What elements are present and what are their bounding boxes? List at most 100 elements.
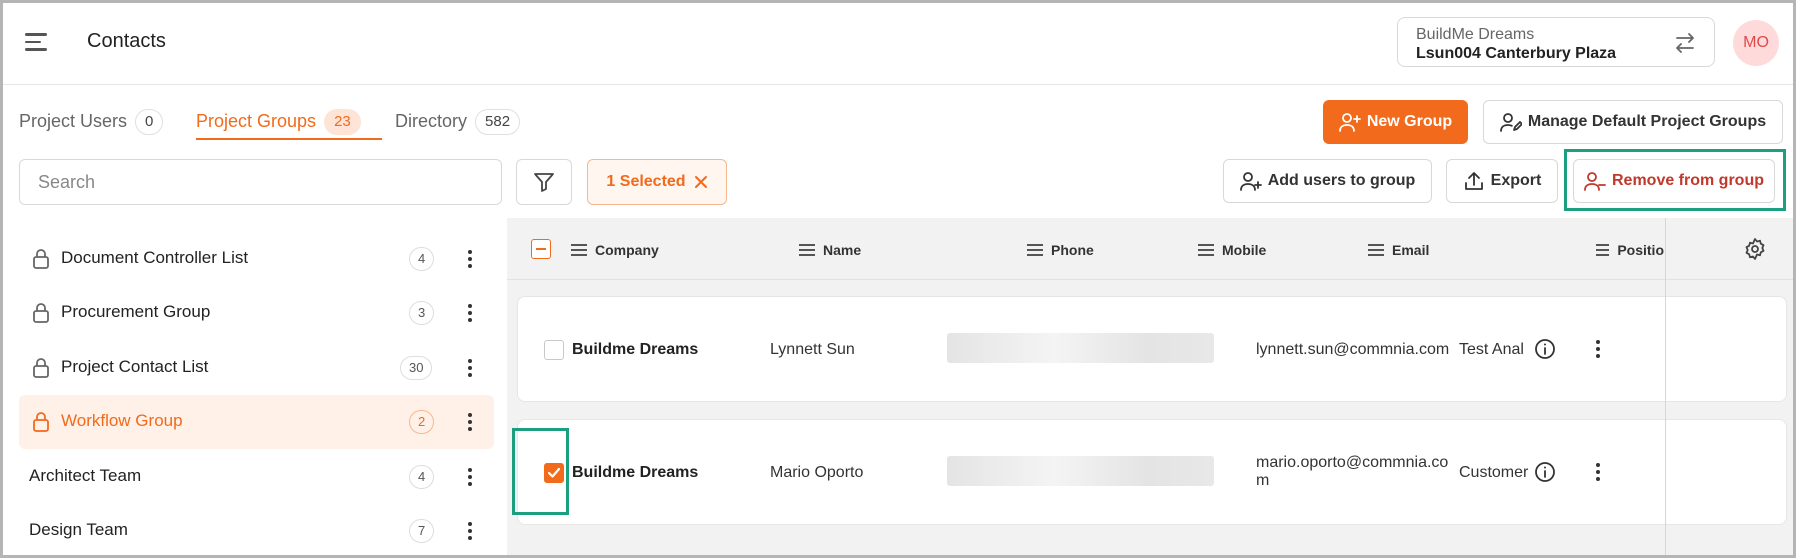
group-label: Procurement Group [61,302,211,321]
cell-name: Mario Oporto [770,464,864,481]
add-users-to-group-button[interactable]: Add users to group [1223,159,1432,203]
cell-company: Buildme Dreams [572,341,699,358]
more-options-icon[interactable] [463,301,477,325]
swap-arrows-icon[interactable] [1672,30,1698,56]
more-options-icon[interactable] [1591,338,1605,360]
lock-icon [33,249,49,269]
more-options-icon[interactable] [463,519,477,543]
remove-user-icon [1584,172,1606,191]
switcher-project: Lsun004 Canterbury Plaza [1416,45,1617,62]
checkmark-icon [547,467,561,478]
column-header-name[interactable]: Name [799,242,861,258]
email-line: m [1256,472,1270,489]
tab-label: Project Users [19,111,128,131]
tab-project-users[interactable]: Project Users 0 [19,109,164,135]
filter-icon [534,173,554,192]
column-label: Phone [1051,242,1094,258]
active-tab-indicator [196,138,382,140]
avatar[interactable]: MO [1733,20,1779,66]
column-menu-icon [1027,244,1043,256]
add-user-icon [1239,172,1262,191]
upload-icon [1464,172,1483,190]
group-count-badge: 4 [409,247,435,271]
group-label: Architect Team [29,466,142,485]
page-title: Contacts [87,30,166,52]
group-item-design-team[interactable]: Design Team 7 [19,504,494,555]
tab-count-badge: 582 [475,109,521,135]
row-checkbox[interactable] [544,340,564,360]
column-header-company[interactable]: Company [571,242,659,258]
table-row[interactable]: Buildme Dreams Lynnett Sun lynnett.sun@c… [517,296,1787,402]
more-options-icon[interactable] [463,247,477,271]
selected-count-chip[interactable]: 1 Selected [587,159,727,205]
more-options-icon[interactable] [1591,461,1605,483]
add-users-label: Add users to group [1267,172,1416,189]
group-count-badge: 4 [409,465,435,489]
column-header-mobile[interactable]: Mobile [1198,242,1266,258]
group-item-project-contact-list[interactable]: Project Contact List 30 [19,341,494,395]
table-header: Company Name Phone Mobile Email Positio [507,218,1793,280]
close-icon[interactable] [694,175,708,189]
select-all-checkbox[interactable] [531,239,551,259]
manage-default-groups-button[interactable]: Manage Default Project Groups [1483,100,1783,144]
group-item-document-controller-list[interactable]: Document Controller List 4 [19,232,494,286]
app-window: Contacts BuildMe Dreams Lsun004 Canterbu… [0,0,1796,558]
column-label: Email [1392,242,1430,258]
export-label: Export [1490,172,1542,189]
column-menu-icon [1596,244,1610,256]
gear-icon[interactable] [1743,237,1767,261]
remove-from-group-button[interactable]: Remove from group [1573,159,1775,203]
column-label: Name [823,242,862,258]
info-icon[interactable] [1534,338,1556,360]
export-button[interactable]: Export [1446,159,1558,203]
cell-email: mario.oporto@commnia.co m [1256,454,1456,490]
group-label: Project Contact List [61,357,209,376]
remove-from-group-label: Remove from group [1611,172,1764,189]
column-menu-icon [799,244,815,256]
column-menu-icon [571,244,587,256]
tab-project-groups[interactable]: Project Groups 23 [196,109,361,135]
menu-icon[interactable] [25,33,49,53]
selected-count-label: 1 Selected [606,173,686,190]
column-label: Company [595,242,659,258]
cell-position: Test Anal [1459,341,1524,358]
phone-placeholder [947,333,1214,363]
table-row[interactable]: Buildme Dreams Mario Oporto mario.oporto… [517,419,1787,525]
group-count-badge: 30 [400,356,433,380]
group-item-procurement-group[interactable]: Procurement Group 3 [19,286,494,340]
search-input[interactable] [19,159,502,205]
project-switcher[interactable]: BuildMe Dreams Lsun004 Canterbury Plaza [1397,17,1715,67]
new-group-label: New Group [1366,113,1453,130]
new-group-button[interactable]: New Group [1323,100,1468,144]
more-options-icon[interactable] [463,356,477,380]
group-count-badge: 2 [409,410,435,434]
group-item-architect-team[interactable]: Architect Team 4 [19,450,494,504]
more-options-icon[interactable] [463,465,477,489]
phone-placeholder [947,456,1214,486]
column-label: Mobile [1222,242,1267,258]
info-icon[interactable] [1534,461,1556,483]
tab-count-badge: 0 [135,109,164,135]
cell-name: Lynnett Sun [770,341,855,358]
group-count-badge: 7 [409,519,435,543]
tab-directory[interactable]: Directory 582 [395,109,521,135]
filter-button[interactable] [516,159,572,205]
column-header-phone[interactable]: Phone [1027,242,1094,258]
lock-icon [33,412,49,432]
cell-email: lynnett.sun@commnia.com [1256,341,1450,358]
cell-company: Buildme Dreams [572,464,699,481]
tab-label: Project Groups [196,111,317,131]
more-options-icon[interactable] [463,410,477,434]
group-item-workflow-group[interactable]: Workflow Group 2 [19,395,494,449]
top-header: Contacts BuildMe Dreams Lsun004 Canterbu… [3,3,1793,85]
row-checkbox-checked[interactable] [544,463,564,483]
sticky-column-divider [1665,218,1666,555]
lock-icon [33,303,49,323]
members-table: Company Name Phone Mobile Email Positio [507,218,1793,555]
manage-default-groups-label: Manage Default Project Groups [1527,113,1767,130]
groups-sidebar: Document Controller List 4 Procurement G… [3,218,507,555]
tab-label: Directory [395,111,468,131]
column-header-email[interactable]: Email [1368,242,1429,258]
column-header-position[interactable]: Positio [1596,242,1664,258]
lock-icon [33,358,49,378]
